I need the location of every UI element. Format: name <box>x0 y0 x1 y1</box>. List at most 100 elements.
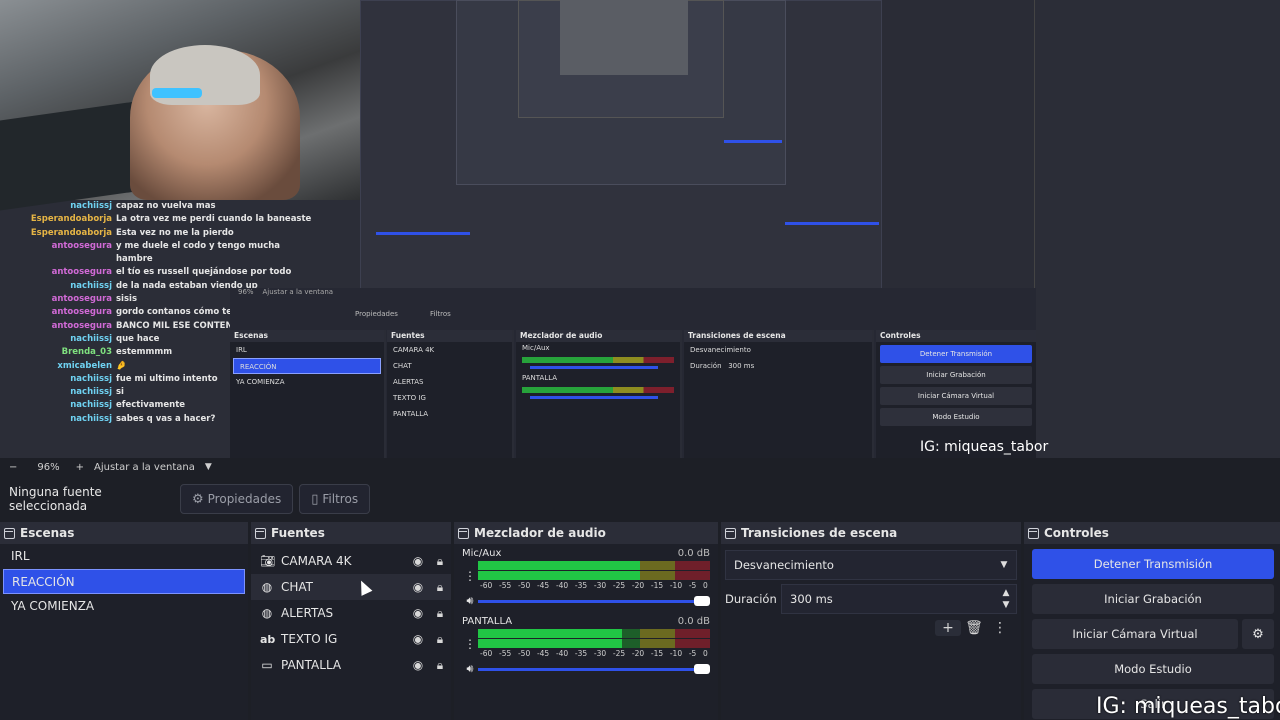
level-meter: -60 -55 -50 -45 -40 -35 -30 -25 -20 -15 -10 -5 0 <box>478 629 710 658</box>
sources-header: Fuentes <box>251 522 451 544</box>
tick-label: -30 <box>593 649 607 658</box>
zoom-dropdown-icon[interactable]: ▼ <box>205 462 212 472</box>
more-icon[interactable]: ⋮ <box>987 620 1013 636</box>
chat-username: antoosegura <box>51 267 112 278</box>
trash-icon[interactable]: 🗑︎ <box>961 620 987 636</box>
chat-text: estemmmm <box>116 347 173 358</box>
eye-icon[interactable]: ◉ <box>407 632 429 646</box>
watermark-small: IG: miqueas_tabor <box>920 439 1049 455</box>
nested-scene: IRL <box>236 346 247 354</box>
lock-icon[interactable]: 🔒︎ <box>429 658 451 673</box>
eye-icon[interactable]: ◉ <box>407 658 429 672</box>
nested-duration-value: 300 ms <box>728 362 755 370</box>
duration-row: Duración 300 ms ▲ ▼ <box>721 584 1021 614</box>
tick-label: -35 <box>574 649 588 658</box>
eye-icon[interactable]: ◉ <box>407 554 429 568</box>
tick-label: -15 <box>650 581 664 590</box>
chat-text: Esta vez no me la pierdo <box>116 227 234 238</box>
stream-preview[interactable]: nachiissj capaz no vuelva mas Esperandoabo… <box>0 0 1280 458</box>
speaker-icon[interactable]: 🔊︎ <box>462 662 478 676</box>
spinner-icon[interactable]: ▲ ▼ <box>996 587 1016 611</box>
source-item-pantalla[interactable]: ▭ PANTALLA ◉ 🔒︎ <box>251 652 451 678</box>
volume-slider[interactable] <box>478 595 710 606</box>
nested-start-recording: Iniciar Grabación <box>880 366 1032 384</box>
source-item-chat[interactable]: ◍ CHAT ◉ 🔒︎ <box>251 574 451 600</box>
nested-sources: Fuentes CAMARA 4K CHAT ALERTAS TEXTO IG … <box>387 330 514 458</box>
fit-window-label[interactable]: Ajustar a la ventana <box>94 462 195 473</box>
tick-label: -20 <box>631 649 645 658</box>
channel-meter-row: ⋮ -60 -55 -50 -45 -40 -35 -30 -25 -20 -15 -10 -5 0 <box>462 629 710 658</box>
add-icon[interactable]: + <box>935 620 961 636</box>
studio-mode-button[interactable]: Modo Estudio <box>1032 654 1274 684</box>
eye-icon[interactable]: ◉ <box>407 580 429 594</box>
volume-knob[interactable] <box>694 663 710 674</box>
tick-label: -40 <box>555 649 569 658</box>
nested-screen-label: PANTALLA <box>522 374 558 382</box>
lock-icon[interactable]: 🔒︎ <box>429 606 451 621</box>
source-item-alertas[interactable]: ◍ ALERTAS ◉ 🔒︎ <box>251 600 451 626</box>
channel-header: Mic/Aux 0.0 dB <box>462 548 710 561</box>
duration-input[interactable]: 300 ms ▲ ▼ <box>781 584 1017 614</box>
nested-stop-stream: Detener Transmisión <box>880 345 1032 363</box>
nested-studio-mode: Modo Estudio <box>880 408 1032 426</box>
tick-label: -25 <box>612 649 626 658</box>
nested-slider <box>530 366 658 369</box>
scenes-header: Escenas <box>0 522 248 544</box>
filter-icon: ▯ <box>311 491 319 507</box>
scene-item-reaccion[interactable]: REACCIÓN <box>3 569 245 594</box>
chat-text: hambre <box>116 254 153 265</box>
tick-label: -10 <box>669 581 683 590</box>
headband-shape <box>152 88 202 98</box>
meter-ticks: -60 -55 -50 -45 -40 -35 -30 -25 -20 -15 -10 -5 0 <box>478 580 710 590</box>
mixer-channel: PANTALLA 0.0 dB ⋮ -60 -55 -50 -45 -40 -35 -30 -25-… <box>454 612 718 680</box>
properties-button[interactable]: ⚙ Propiedades <box>180 484 294 514</box>
lock-icon[interactable]: 🔒︎ <box>429 554 451 569</box>
volume-knob[interactable] <box>694 595 710 606</box>
source-item-texto-ig[interactable]: ab TEXTO IG ◉ 🔒︎ <box>251 626 451 652</box>
chat-text: sabes q vas a hacer? <box>116 413 216 424</box>
zoom-out-button[interactable]: − <box>9 462 17 473</box>
chat-message: nachiissj capaz no vuelva mas <box>0 200 300 213</box>
start-recording-button[interactable]: Iniciar Grabación <box>1032 584 1274 614</box>
filters-button[interactable]: ▯ Filtros <box>299 484 371 514</box>
chat-text: capaz no vuelva mas <box>116 201 216 211</box>
transition-select[interactable]: Desvanecimiento ▼ <box>725 550 1017 580</box>
speaker-icon[interactable]: 🔊︎ <box>462 594 478 608</box>
nested-mic-label: Mic/Aux <box>522 344 550 352</box>
channel-db: 0.0 dB <box>677 548 710 559</box>
transitions-dock: Transiciones de escena Desvanecimiento ▼… <box>721 522 1021 720</box>
nested-zoom: 96% <box>238 288 254 296</box>
gear-icon[interactable]: ⚙ <box>1242 619 1274 649</box>
no-source-selected: Ninguna fuente seleccionada <box>9 485 102 513</box>
volume-slider[interactable] <box>478 663 710 674</box>
scene-item-ya-comienza[interactable]: YA COMIENZA <box>0 594 248 619</box>
watermark: IG: miqueas_tabor <box>1096 694 1280 719</box>
chevron-down-icon: ▼ <box>1000 560 1008 570</box>
chat-username: nachiissj <box>70 280 112 291</box>
scene-item-irl[interactable]: IRL <box>0 544 248 569</box>
chat-text: efectivamente <box>116 400 186 411</box>
tick-label: -25 <box>612 581 626 590</box>
virtual-cam-row: Iniciar Cámara Virtual ⚙ <box>1032 619 1274 649</box>
chat-username: nachiissj <box>70 373 112 384</box>
lock-icon[interactable]: 🔒︎ <box>429 580 451 595</box>
more-icon[interactable]: ⋮ <box>462 637 478 651</box>
gear-icon: ⚙ <box>192 491 204 507</box>
tick-label: -15 <box>650 649 664 658</box>
properties-label: Propiedades <box>207 492 282 506</box>
sources-dock: Fuentes 📷︎ CAMARA 4K ◉ 🔒︎ ◍ CHAT ◉ 🔒︎ ◍ … <box>251 522 451 720</box>
more-icon[interactable]: ⋮ <box>462 569 478 583</box>
nested-source: ALERTAS <box>393 378 424 386</box>
camera-icon: 📷︎ <box>260 554 276 568</box>
zoom-in-button[interactable]: + <box>76 462 84 473</box>
chat-text: La otra vez me perdi cuando la baneaste <box>116 214 312 225</box>
chat-username: nachiissj <box>70 413 112 424</box>
start-virtual-camera-button[interactable]: Iniciar Cámara Virtual <box>1032 619 1238 649</box>
nested-scene-selected: REACCIÓN <box>233 358 381 374</box>
nested-slider <box>530 396 658 399</box>
source-item-camara-4k[interactable]: 📷︎ CAMARA 4K ◉ 🔒︎ <box>251 548 451 574</box>
stop-stream-button[interactable]: Detener Transmisión <box>1032 549 1274 579</box>
lock-icon[interactable]: 🔒︎ <box>429 632 451 647</box>
eye-icon[interactable]: ◉ <box>407 606 429 620</box>
transition-actions: + 🗑︎ ⋮ <box>721 620 1021 636</box>
